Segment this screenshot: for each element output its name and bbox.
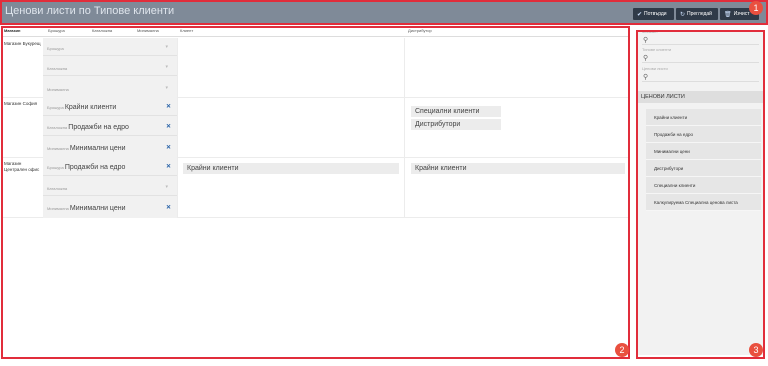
- page-title: Ценови листи по Типове клиенти: [5, 5, 175, 17]
- store-name: Магазин Букурещ: [4, 41, 41, 46]
- filter-label-price-list: Ценови листи: [642, 66, 668, 71]
- minimal-dropzone[interactable]: Минимална ▾: [43, 78, 177, 96]
- search-icon: ⚲: [643, 37, 649, 44]
- client-dropzone[interactable]: [177, 98, 404, 158]
- table-header: Магазин Брошура Каталожна Минимална Клие…: [2, 26, 629, 37]
- category-cell: Брошура Крайни клиенти ✕ Каталожна Прода…: [43, 98, 177, 158]
- preview-button[interactable]: ↻ Прегледай: [676, 8, 718, 20]
- filter-label-store: Магазин: [642, 29, 658, 34]
- column-header-distributor: Дистрибутор: [408, 28, 432, 33]
- confirm-button[interactable]: ✔ Потвърди: [633, 8, 674, 20]
- price-list-table: Магазин Брошура Каталожна Минимална Клие…: [2, 26, 629, 358]
- store-search-input[interactable]: ⚲: [642, 36, 759, 45]
- price-lists-section-title: ЦЕНОВИ ЛИСТИ: [637, 91, 764, 103]
- price-list-item[interactable]: Продажби на едро: [646, 126, 761, 143]
- chevron-down-icon[interactable]: ▾: [165, 184, 168, 190]
- annotation-badge: 3: [749, 343, 763, 357]
- search-icon: ⚲: [643, 74, 649, 81]
- distributor-dropzone[interactable]: Специални клиенти Дистрибутори: [404, 98, 629, 158]
- distributor-pricelist-tag[interactable]: Специални клиенти: [411, 106, 501, 117]
- minimal-label: Минимална: [47, 87, 69, 92]
- remove-icon[interactable]: ✕: [166, 103, 171, 110]
- price-list-item[interactable]: Специални клиенти: [646, 177, 761, 194]
- brochure-dropzone[interactable]: Брошура ▾: [43, 38, 177, 56]
- preview-label: Прегледай: [687, 11, 712, 17]
- remove-icon[interactable]: ✕: [166, 204, 171, 211]
- column-header-store: Магазин: [4, 28, 21, 33]
- clear-label: Изчист: [733, 11, 750, 17]
- column-header-minimal: Минимална: [137, 28, 159, 33]
- trash-icon: 🗑: [724, 11, 732, 18]
- brochure-dropzone[interactable]: Брошура Крайни клиенти ✕: [43, 98, 177, 116]
- catalog-label: Каталожна Продажби на едро: [47, 124, 129, 131]
- remove-icon[interactable]: ✕: [166, 144, 171, 151]
- table-row: Магазин София Брошура Крайни клиенти ✕ К…: [2, 98, 629, 158]
- price-list-items: Крайни клиенти Продажби на едро Минималн…: [646, 109, 761, 211]
- check-icon: ✔: [637, 11, 643, 18]
- remove-icon[interactable]: ✕: [166, 163, 171, 170]
- minimal-label: Минимална Минимални цени: [47, 145, 126, 152]
- catalog-dropzone[interactable]: Каталожна ▾: [43, 178, 177, 196]
- catalog-dropzone[interactable]: Каталожна Продажби на едро ✕: [43, 118, 177, 136]
- refresh-icon: ↻: [680, 11, 686, 18]
- price-list-item[interactable]: Крайни клиенти: [646, 109, 761, 126]
- brochure-label: Брошура Крайни клиенти: [47, 104, 117, 111]
- distributor-dropzone[interactable]: Крайни клиенти: [404, 158, 629, 218]
- top-bar: Ценови листи по Типове клиенти ✔ Потвърд…: [0, 0, 768, 24]
- client-pricelist-tag[interactable]: Крайни клиенти: [183, 163, 399, 174]
- store-name: Магазин Централен офис: [4, 161, 40, 172]
- column-header-catalog: Каталожна: [92, 28, 113, 33]
- price-list-item[interactable]: Минимални цени: [646, 143, 761, 160]
- filter-label-client-type: Типове клиенти: [642, 47, 672, 52]
- table-row: Магазин Централен офис Брошура Продажби …: [2, 158, 629, 218]
- table-row: Магазин Букурещ Брошура ▾ Каталожна ▾ Ми…: [2, 38, 629, 98]
- column-header-client: Клиент: [180, 28, 194, 33]
- minimal-dropzone[interactable]: Минимална Минимални цени ✕: [43, 138, 177, 156]
- column-header-brochure: Брошура: [48, 28, 65, 33]
- chevron-down-icon[interactable]: ▾: [165, 44, 168, 50]
- price-list-sidebar: Магазин ⚲ Типове клиенти ⚲ Ценови листи …: [637, 29, 764, 355]
- distributor-pricelist-tag[interactable]: Крайни клиенти: [411, 163, 625, 174]
- distributor-dropzone[interactable]: [404, 38, 629, 98]
- brochure-label: Брошура Продажби на едро: [47, 164, 126, 171]
- remove-icon[interactable]: ✕: [166, 123, 171, 130]
- chevron-down-icon[interactable]: ▾: [165, 85, 168, 91]
- price-list-search-input[interactable]: ⚲: [642, 73, 759, 82]
- price-list-item[interactable]: Дистрибутори: [646, 160, 761, 177]
- client-type-search-input[interactable]: ⚲: [642, 54, 759, 63]
- store-name: Магазин София: [4, 101, 38, 106]
- chevron-down-icon[interactable]: ▾: [165, 64, 168, 70]
- annotation-badge: 2: [615, 343, 629, 357]
- minimal-dropzone[interactable]: Минимална Минимални цени ✕: [43, 198, 177, 216]
- catalog-value: Продажби на едро: [68, 124, 129, 131]
- client-dropzone[interactable]: Крайни клиенти: [177, 158, 404, 218]
- minimal-value: Минимални цени: [69, 205, 126, 212]
- client-dropzone[interactable]: [177, 38, 404, 98]
- minimal-label: Минимална Минимални цени: [47, 205, 126, 212]
- annotation-badge: 1: [749, 1, 763, 15]
- distributor-pricelist-tag[interactable]: Дистрибутори: [411, 119, 501, 130]
- minimal-value: Минимални цени: [69, 145, 126, 152]
- category-cell: Брошура ▾ Каталожна ▾ Минимална ▾: [43, 38, 177, 98]
- catalog-label: Каталожна: [47, 186, 68, 191]
- brochure-value: Крайни клиенти: [64, 104, 117, 111]
- catalog-dropzone[interactable]: Каталожна ▾: [43, 58, 177, 76]
- category-cell: Брошура Продажби на едро ✕ Каталожна ▾ М…: [43, 158, 177, 218]
- confirm-label: Потвърди: [644, 11, 667, 17]
- brochure-label: Брошура: [47, 46, 64, 51]
- catalog-label: Каталожна: [47, 66, 68, 71]
- brochure-value: Продажби на едро: [64, 164, 126, 171]
- brochure-dropzone[interactable]: Брошура Продажби на едро ✕: [43, 158, 177, 176]
- price-list-item[interactable]: Калкулируема Специална ценова листа: [646, 194, 761, 211]
- search-icon: ⚲: [643, 55, 649, 62]
